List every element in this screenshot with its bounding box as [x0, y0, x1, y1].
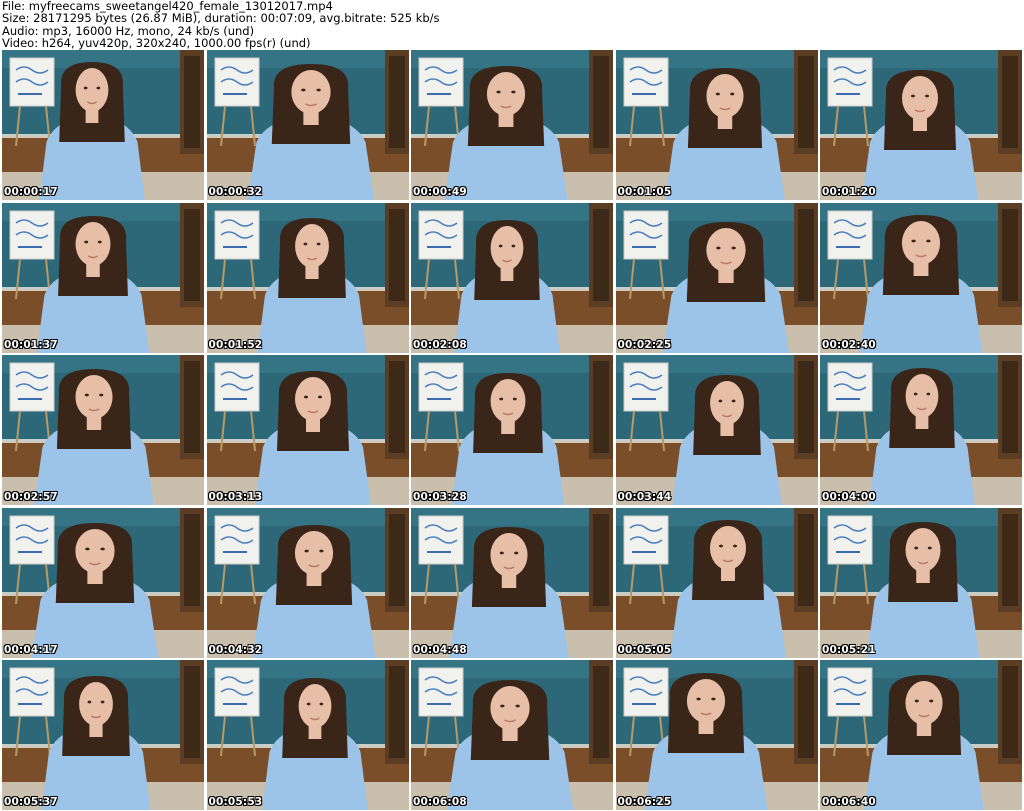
frame-timestamp: 00:03:28: [413, 491, 467, 503]
frame-timestamp: 00:06:08: [413, 796, 467, 808]
frame-image: [615, 660, 818, 810]
frame-image: [820, 50, 1022, 200]
frame-image: [411, 660, 613, 810]
frame-timestamp: 00:02:08: [413, 338, 467, 351]
thumbnail-grid: 00:00:17 00:00:32 00:00:49 00:01:05 00:0…: [2, 50, 1022, 810]
frame-image: [2, 660, 204, 810]
thumbnail-frame: 00:05:53: [206, 660, 409, 810]
frame-image: [411, 202, 613, 353]
thumbnail-frame: 00:04:00: [820, 355, 1022, 505]
frame-image: [615, 355, 818, 505]
frame-timestamp: 00:04:32: [208, 643, 263, 656]
thumbnail-frame: 00:02:57: [2, 355, 204, 505]
frame-timestamp: 00:04:48: [413, 643, 467, 656]
frame-timestamp: 00:05:21: [822, 643, 876, 656]
frame-timestamp: 00:06:40: [822, 796, 876, 808]
frame-image: [206, 202, 409, 353]
frame-image: [615, 202, 818, 353]
thumbnail-frame: 00:00:17: [2, 50, 204, 200]
frame-timestamp: 00:05:05: [617, 643, 672, 656]
frame-timestamp: 00:05:53: [208, 796, 263, 808]
thumbnail-frame: 00:03:13: [206, 355, 409, 505]
thumbnail-frame: 00:05:05: [615, 507, 818, 658]
thumbnail-frame: 00:06:25: [615, 660, 818, 810]
thumbnail-frame: 00:06:40: [820, 660, 1022, 810]
thumbnail-frame: 00:01:52: [206, 202, 409, 353]
thumbnail-frame: 00:01:37: [2, 202, 204, 353]
frame-image: [411, 507, 613, 658]
frame-image: [2, 355, 204, 505]
thumbnail-frame: 00:02:08: [411, 202, 613, 353]
frame-image: [820, 355, 1022, 505]
thumbnail-frame: 00:03:28: [411, 355, 613, 505]
frame-timestamp: 00:00:32: [208, 186, 263, 198]
frame-image: [206, 507, 409, 658]
frame-timestamp: 00:01:37: [4, 338, 58, 351]
frame-image: [615, 507, 818, 658]
frame-image: [2, 50, 204, 200]
frame-image: [2, 507, 204, 658]
thumbnail-frame: 00:02:25: [615, 202, 818, 353]
frame-timestamp: 00:01:52: [208, 338, 263, 351]
frame-timestamp: 00:02:40: [822, 338, 876, 351]
frame-timestamp: 00:03:44: [617, 491, 672, 503]
thumbnail-frame: 00:01:05: [615, 50, 818, 200]
thumbnail-frame: 00:00:32: [206, 50, 409, 200]
frame-timestamp: 00:05:37: [4, 796, 58, 808]
frame-timestamp: 00:00:17: [4, 186, 58, 198]
frame-timestamp: 00:02:57: [4, 491, 58, 503]
frame-image: [615, 50, 818, 200]
frame-image: [820, 507, 1022, 658]
frame-image: [820, 660, 1022, 810]
thumbnail-frame: 00:05:21: [820, 507, 1022, 658]
frame-image: [206, 660, 409, 810]
thumbnail-frame: 00:04:17: [2, 507, 204, 658]
thumbnail-frame: 00:03:44: [615, 355, 818, 505]
frame-image: [206, 355, 409, 505]
frame-timestamp: 00:00:49: [413, 186, 467, 198]
thumbnail-frame: 00:02:40: [820, 202, 1022, 353]
video-info-line: Video: h264, yuv420p, 320x240, 1000.00 f…: [2, 35, 311, 50]
file-info-header: File: myfreecams_sweetangel420_female_13…: [2, 0, 1022, 50]
frame-image: [411, 50, 613, 200]
frame-image: [206, 50, 409, 200]
thumbnail-frame: 00:01:20: [820, 50, 1022, 200]
thumbnail-frame: 00:05:37: [2, 660, 204, 810]
frame-image: [2, 202, 204, 353]
frame-image: [820, 202, 1022, 353]
frame-timestamp: 00:01:20: [822, 186, 876, 198]
frame-image: [411, 355, 613, 505]
thumbnail-frame: 00:00:49: [411, 50, 613, 200]
thumbnail-frame: 00:06:08: [411, 660, 613, 810]
thumbnail-frame: 00:04:32: [206, 507, 409, 658]
frame-timestamp: 00:04:00: [822, 491, 876, 503]
frame-timestamp: 00:04:17: [4, 643, 58, 656]
frame-timestamp: 00:01:05: [617, 186, 672, 198]
frame-timestamp: 00:03:13: [208, 491, 263, 503]
frame-timestamp: 00:06:25: [617, 796, 672, 808]
file-size-line: Size: 28171295 bytes (26.87 MiB), durati…: [2, 11, 440, 26]
frame-timestamp: 00:02:25: [617, 338, 672, 351]
thumbnail-frame: 00:04:48: [411, 507, 613, 658]
